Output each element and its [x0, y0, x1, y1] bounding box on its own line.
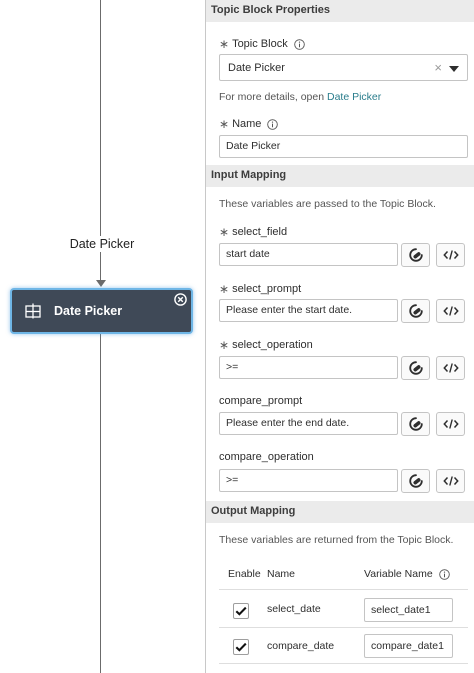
pill-picker-icon: [408, 248, 423, 262]
pill-picker-icon: [408, 304, 423, 318]
pill-picker-icon: [408, 361, 423, 375]
required-marker: ∗: [219, 338, 230, 352]
required-marker: ∗: [219, 117, 230, 131]
column-header-variable-name: Variable Name: [364, 568, 450, 580]
topic-block-select[interactable]: Date Picker ×: [219, 54, 468, 81]
details-hint: For more details, open Date Picker: [219, 91, 381, 103]
topic-block-node[interactable]: Date Picker: [10, 288, 193, 334]
output-mapping-header: Output Mapping: [206, 501, 474, 523]
panel-title: Topic Block Properties: [206, 0, 474, 22]
info-icon[interactable]: [438, 568, 450, 580]
select-field-input[interactable]: start date: [219, 243, 398, 266]
compare-prompt-input[interactable]: Please enter the end date.: [219, 412, 398, 435]
checkmark-icon: [235, 606, 247, 616]
input-mapping-description: These variables are passed to the Topic …: [219, 198, 436, 210]
variable-picker-button[interactable]: [401, 243, 430, 267]
script-toggle-button[interactable]: [436, 243, 465, 267]
close-circle-icon[interactable]: [174, 293, 187, 306]
code-icon: [442, 419, 459, 429]
checkmark-icon: [235, 642, 247, 652]
input-mapping-header: Input Mapping: [206, 165, 474, 187]
required-marker: ∗: [219, 282, 230, 296]
table-divider: [219, 663, 468, 664]
field-label-text: select_prompt: [232, 283, 302, 295]
name-label: ∗ Name: [219, 117, 279, 131]
compare-operation-input[interactable]: >=: [219, 469, 398, 492]
output-name-cell: compare_date: [267, 640, 335, 652]
column-header-name: Name: [267, 568, 296, 580]
edge-label: Date Picker: [60, 236, 144, 252]
required-marker: ∗: [219, 37, 230, 51]
code-icon: [442, 306, 459, 316]
field-label-select-field: ∗ select_field: [219, 225, 287, 239]
variable-picker-button[interactable]: [401, 412, 430, 436]
enable-checkbox[interactable]: [233, 603, 249, 619]
script-toggle-button[interactable]: [436, 469, 465, 493]
pill-picker-icon: [408, 417, 423, 431]
script-toggle-button[interactable]: [436, 356, 465, 380]
name-label-text: Name: [232, 118, 262, 130]
topic-block-label-text: Topic Block: [232, 38, 288, 50]
output-mapping-description: These variables are returned from the To…: [219, 534, 454, 546]
flow-arrow-head: [96, 280, 106, 287]
required-marker: ∗: [219, 225, 230, 239]
topic-block-select-value: Date Picker: [228, 61, 285, 74]
node-label: Date Picker: [54, 304, 123, 318]
clear-icon[interactable]: ×: [434, 60, 442, 75]
topic-block-label: ∗ Topic Block: [219, 37, 305, 51]
pill-picker-icon: [408, 474, 423, 488]
script-toggle-button[interactable]: [436, 412, 465, 436]
table-divider: [219, 627, 468, 628]
variable-picker-button[interactable]: [401, 299, 430, 323]
field-label-compare-operation: compare_operation: [219, 451, 314, 463]
select-prompt-input[interactable]: Please enter the start date.: [219, 299, 398, 322]
select-operation-input[interactable]: >=: [219, 356, 398, 379]
variable-name-input[interactable]: compare_date1: [364, 634, 453, 658]
enable-checkbox[interactable]: [233, 639, 249, 655]
details-hint-text: For more details, open: [219, 91, 325, 103]
field-label-text: compare_operation: [219, 451, 314, 463]
properties-panel: Topic Block Properties ∗ Topic Block Dat…: [205, 0, 474, 673]
flow-connector-line-below: [100, 333, 102, 673]
table-divider: [219, 589, 468, 590]
variable-picker-button[interactable]: [401, 356, 430, 380]
field-label-text: compare_prompt: [219, 395, 303, 407]
field-label-compare-prompt: compare_prompt: [219, 395, 302, 407]
chevron-down-icon[interactable]: [449, 66, 459, 72]
code-icon: [442, 476, 459, 486]
column-header-variable-name-text: Variable Name: [364, 568, 433, 580]
variable-picker-button[interactable]: [401, 469, 430, 493]
name-input[interactable]: Date Picker: [219, 135, 468, 158]
info-icon[interactable]: [267, 118, 279, 130]
flow-canvas[interactable]: Date Picker Date Picker: [0, 0, 205, 673]
field-label-text: select_field: [232, 226, 288, 238]
code-icon: [442, 250, 459, 260]
field-label-text: select_operation: [232, 339, 313, 351]
code-icon: [442, 363, 459, 373]
field-label-select-operation: ∗ select_operation: [219, 338, 313, 352]
details-link[interactable]: Date Picker: [327, 91, 381, 103]
field-label-select-prompt: ∗ select_prompt: [219, 282, 301, 296]
grid-icon: [25, 303, 41, 319]
column-header-enable: Enable: [228, 568, 261, 580]
info-icon[interactable]: [293, 38, 305, 50]
script-toggle-button[interactable]: [436, 299, 465, 323]
output-name-cell: select_date: [267, 603, 321, 615]
variable-name-input[interactable]: select_date1: [364, 598, 453, 622]
